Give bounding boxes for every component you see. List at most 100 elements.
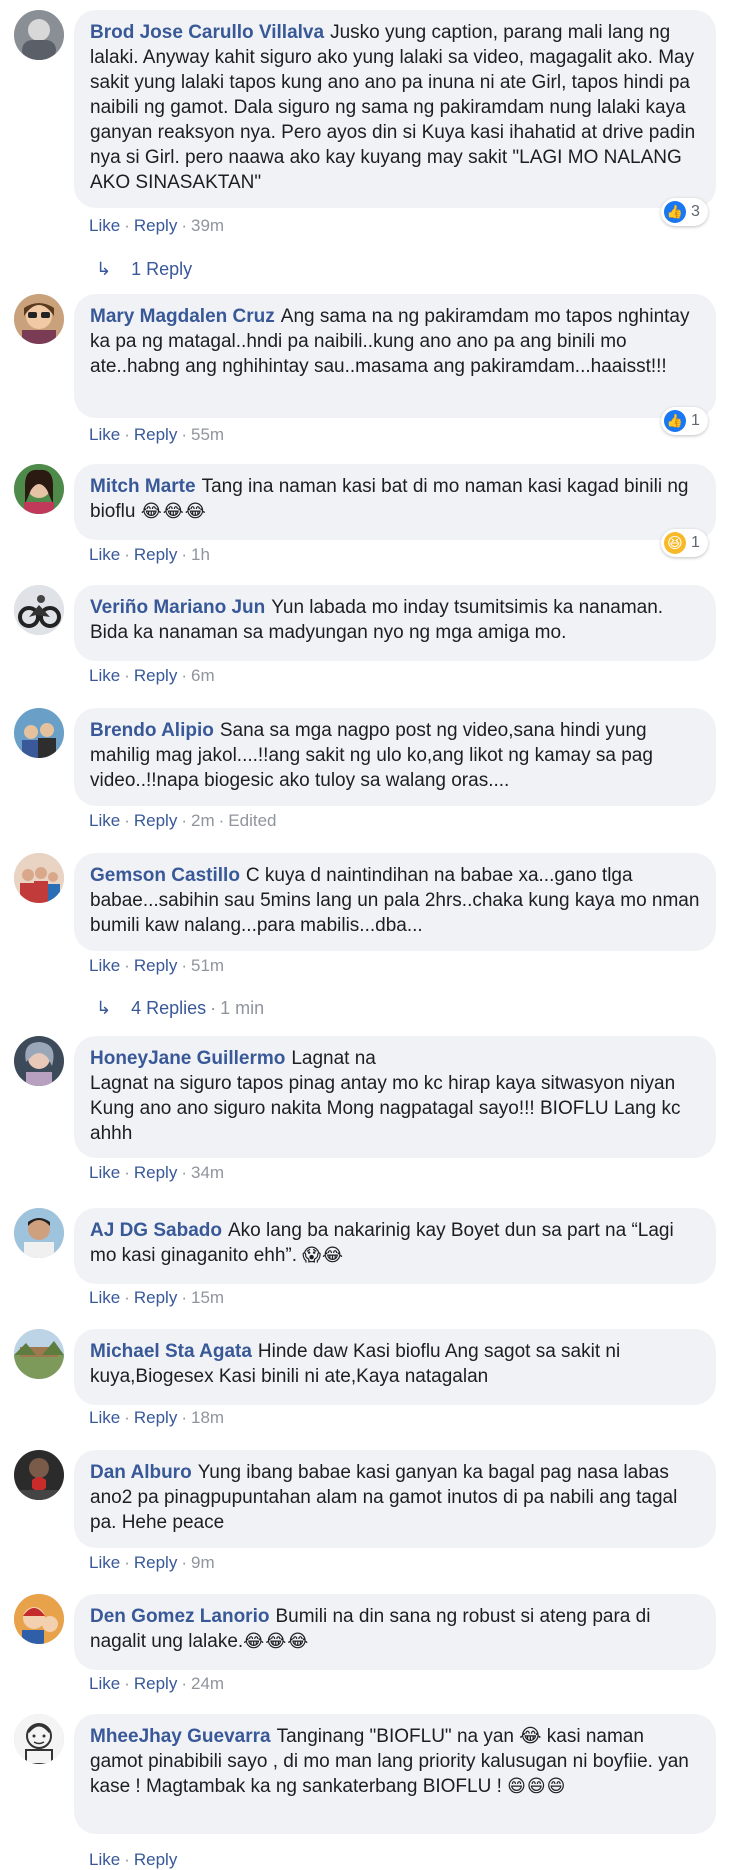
comment-timestamp[interactable]: 51m: [191, 956, 224, 975]
comment-author-link[interactable]: Dan Alburo: [90, 1462, 192, 1483]
reply-link[interactable]: Reply: [134, 666, 177, 685]
like-link[interactable]: Like: [89, 1163, 120, 1182]
like-icon: 👍: [664, 201, 686, 223]
like-link[interactable]: Like: [89, 666, 120, 685]
comment-author-link[interactable]: Brendo Alipio: [90, 720, 214, 741]
avatar[interactable]: [14, 1036, 64, 1086]
separator-dot: ·: [124, 666, 130, 685]
comment-timestamp[interactable]: 24m: [191, 1674, 224, 1693]
like-link[interactable]: Like: [89, 956, 120, 975]
comment-actions: Like · Reply · 34m: [89, 1163, 224, 1183]
comment-text: Jusko yung caption, parang mali lang ng …: [90, 22, 701, 193]
avatar[interactable]: [14, 853, 64, 903]
like-link[interactable]: Like: [89, 1850, 120, 1869]
separator-dot: ·: [218, 811, 225, 830]
comment-timestamp[interactable]: 18m: [191, 1408, 224, 1427]
avatar[interactable]: [14, 1208, 64, 1258]
reaction-summary[interactable]: 👍 3: [661, 198, 708, 226]
view-replies-link[interactable]: ↳ 4 Replies · 1 min: [96, 998, 264, 1019]
separator-dot: ·: [124, 216, 130, 235]
separator-dot: ·: [181, 1553, 187, 1572]
reply-link[interactable]: Reply: [134, 545, 177, 564]
comment-timestamp[interactable]: 55m: [191, 425, 224, 444]
comment-bubble: Gemson Castillo C kuya d naintindihan na …: [74, 853, 716, 951]
reply-link[interactable]: Reply: [134, 1163, 177, 1182]
avatar[interactable]: [14, 1594, 64, 1644]
separator-dot: ·: [181, 1163, 187, 1182]
like-link[interactable]: Like: [89, 216, 120, 235]
avatar[interactable]: [14, 585, 64, 635]
comment-emoji: 😱😂: [302, 1245, 345, 1265]
comment-timestamp[interactable]: 1h: [191, 545, 210, 564]
comment-bubble: Brod Jose Carullo Villalva Jusko yung cap…: [74, 10, 716, 208]
view-replies-link[interactable]: ↳ 1 Reply: [96, 259, 192, 280]
reaction-count: 1: [691, 534, 700, 551]
comment-author-link[interactable]: Gemson Castillo: [90, 865, 240, 886]
reply-link[interactable]: Reply: [134, 1408, 177, 1427]
reply-link[interactable]: Reply: [134, 1850, 177, 1869]
comment-bubble: Mitch Marte Tang ina naman kasi bat di mo…: [74, 464, 716, 540]
comment-timestamp[interactable]: 34m: [191, 1163, 224, 1182]
reply-arrow-icon: ↳: [96, 998, 112, 1018]
comment-emoji: 😂😂😂: [140, 501, 207, 521]
reply-link[interactable]: Reply: [134, 216, 177, 235]
separator-dot: ·: [181, 425, 187, 444]
avatar[interactable]: [14, 708, 64, 758]
comment-bubble: HoneyJane Guillermo Lagnat na Lagnat na s…: [74, 1036, 716, 1158]
separator-dot: ·: [210, 998, 217, 1018]
comment-author-link[interactable]: Mitch Marte: [90, 476, 196, 497]
comment-bubble: Michael Sta Agata Hinde daw Kasi bioflu A…: [74, 1329, 716, 1405]
comment-author-link[interactable]: AJ DG Sabado: [90, 1220, 222, 1241]
replies-count[interactable]: 1 Reply: [131, 259, 192, 279]
reply-link[interactable]: Reply: [134, 1288, 177, 1307]
comment-actions: Like · Reply · 6m: [89, 666, 215, 686]
comment-bubble: Veriño Mariano Jun Yun labada mo inday ts…: [74, 585, 716, 661]
comment-author-link[interactable]: MheeJhay Guevarra: [90, 1726, 271, 1747]
avatar[interactable]: [14, 1714, 64, 1764]
comment-bubble: Mary Magdalen Cruz Ang sama na ng pakiram…: [74, 294, 716, 418]
comment-timestamp[interactable]: 39m: [191, 216, 224, 235]
comment-author-link[interactable]: Brod Jose Carullo Villalva: [90, 22, 324, 43]
comment-author-link[interactable]: HoneyJane Guillermo: [90, 1048, 285, 1069]
comment-actions: Like · Reply · 18m: [89, 1408, 224, 1428]
like-link[interactable]: Like: [89, 545, 120, 564]
reaction-summary[interactable]: 😆 1: [661, 529, 708, 557]
comment-timestamp[interactable]: 15m: [191, 1288, 224, 1307]
edited-label[interactable]: Edited: [228, 811, 276, 830]
like-link[interactable]: Like: [89, 425, 120, 444]
comment-author-link[interactable]: Mary Magdalen Cruz: [90, 306, 275, 327]
reply-link[interactable]: Reply: [134, 811, 177, 830]
reply-link[interactable]: Reply: [134, 425, 177, 444]
like-link[interactable]: Like: [89, 1553, 120, 1572]
replies-count[interactable]: 4 Replies: [131, 998, 206, 1018]
separator-dot: ·: [124, 545, 130, 564]
comment-actions: Like · Reply · 2m · Edited: [89, 811, 277, 831]
avatar[interactable]: [14, 10, 64, 60]
avatar[interactable]: [14, 464, 64, 514]
reply-link[interactable]: Reply: [134, 956, 177, 975]
comment-author-link[interactable]: Den Gomez Lanorio: [90, 1606, 269, 1627]
comment-bubble: Dan Alburo Yung ibang babae kasi ganyan k…: [74, 1450, 716, 1548]
reply-link[interactable]: Reply: [134, 1674, 177, 1693]
separator-dot: ·: [124, 1850, 130, 1869]
comment-timestamp[interactable]: 2m: [191, 811, 215, 830]
comment-timestamp[interactable]: 9m: [191, 1553, 215, 1572]
avatar[interactable]: [14, 294, 64, 344]
like-link[interactable]: Like: [89, 1674, 120, 1693]
separator-dot: ·: [124, 1674, 130, 1693]
like-link[interactable]: Like: [89, 1408, 120, 1427]
comment-author-link[interactable]: Veriño Mariano Jun: [90, 597, 265, 618]
comment-thread: Brod Jose Carullo Villalva Jusko yung cap…: [0, 0, 750, 1869]
comment-actions: Like · Reply · 39m: [89, 216, 224, 236]
avatar[interactable]: [14, 1329, 64, 1379]
comment-timestamp[interactable]: 6m: [191, 666, 215, 685]
reply-arrow-icon: ↳: [96, 259, 112, 279]
comment-bubble: Brendo Alipio Sana sa mga nagpo post ng v…: [74, 708, 716, 806]
reaction-summary[interactable]: 👍 1: [661, 407, 708, 435]
avatar[interactable]: [14, 1450, 64, 1500]
comment-author-link[interactable]: Michael Sta Agata: [90, 1341, 252, 1362]
reaction-count: 1: [691, 412, 700, 429]
like-link[interactable]: Like: [89, 811, 120, 830]
like-link[interactable]: Like: [89, 1288, 120, 1307]
reply-link[interactable]: Reply: [134, 1553, 177, 1572]
